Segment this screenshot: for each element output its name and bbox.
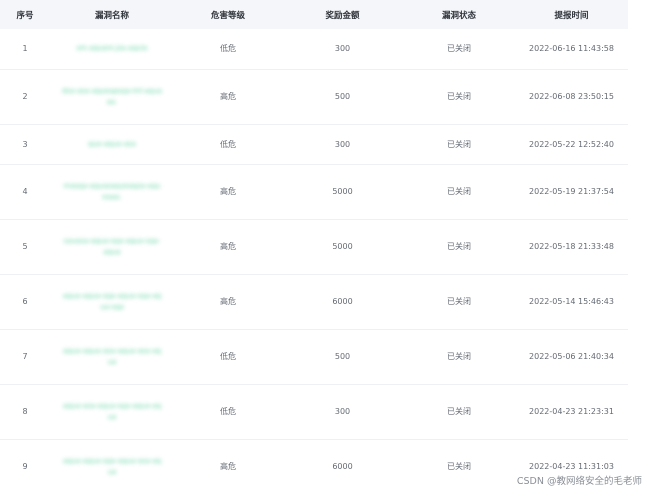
- row-vuln-name[interactable]: aqua-aqua-asa-aqua-asa-aqua: [62, 346, 162, 368]
- header-submit-time: 提报时间: [554, 10, 589, 21]
- row-severity: 高危: [174, 439, 282, 494]
- header-status: 漏洞状态: [441, 10, 476, 21]
- row-reward: 5000: [282, 219, 403, 275]
- row-reward: 500: [282, 69, 403, 125]
- row-status: 已关闭: [403, 219, 515, 275]
- csdn-watermark: CSDN @教网络安全的毛老师: [516, 476, 642, 487]
- table-row[interactable]: 6 aqua-aqua-sqa-aqua-sqa-aqua-sqa 高危 600…: [0, 274, 628, 330]
- row-vuln-name[interactable]: qua-aqua-asa: [88, 139, 136, 150]
- row-status: 已关闭: [403, 164, 515, 220]
- row-severity: 低危: [174, 329, 282, 385]
- row-vuln-name-cell[interactable]: aqua-aqua-sqa-aqua-asa-aqua: [50, 439, 174, 494]
- table-row[interactable]: 5 sauasa-aqua-sqa-aqua-sqa-aqua 高危 5000 …: [0, 219, 628, 275]
- row-submit-time: 2022-06-08 23:50:15: [515, 69, 628, 125]
- row-submit-time: 2022-05-06 21:40:34: [515, 329, 628, 385]
- row-vuln-name[interactable]: dsa-asa-aqueapsqa-tnl-aquaaa.: [62, 86, 162, 108]
- row-severity: 高危: [174, 219, 282, 275]
- table-header-row: 序号 漏洞名称 危害等级 奖励金额 漏洞状态 提报时间: [0, 0, 628, 29]
- row-status: 已关闭: [403, 384, 515, 440]
- vulnerability-table: 序号 漏洞名称 危害等级 奖励金额 漏洞状态 提报时间 1 sm.aquare.…: [0, 0, 628, 494]
- row-submit-time: 2022-05-19 21:37:54: [515, 164, 628, 220]
- row-submit-time: 2022-05-18 21:33:48: [515, 219, 628, 275]
- row-index: 1: [0, 29, 50, 70]
- row-submit-time: 2022-05-14 15:46:43: [515, 274, 628, 330]
- table-row[interactable]: 1 sm.aquare.jsa.aquia 低危 300 已关闭 2022-06…: [0, 29, 628, 70]
- row-vuln-name[interactable]: sm.aquare.jsa.aquia: [77, 43, 148, 54]
- row-severity: 高危: [174, 274, 282, 330]
- row-submit-time: 2022-04-23 21:23:31: [515, 384, 628, 440]
- row-index: 9: [0, 439, 50, 494]
- row-vuln-name-cell[interactable]: aqua-asa-aqua-sqa-aqua-aqua: [50, 384, 174, 440]
- row-vuln-name[interactable]: aqua-asa-aqua-sqa-aqua-aqua: [62, 401, 162, 423]
- row-severity: 低危: [174, 124, 282, 165]
- row-severity: 低危: [174, 384, 282, 440]
- table-row[interactable]: 2 dsa-asa-aqueapsqa-tnl-aquaaa. 高危 500 已…: [0, 69, 628, 125]
- row-reward: 300: [282, 124, 403, 165]
- row-vuln-name[interactable]: aqua-aqua-sqa-aqua-asa-aqua: [62, 456, 162, 478]
- row-reward: 6000: [282, 439, 403, 494]
- row-severity: 低危: [174, 29, 282, 70]
- row-index: 4: [0, 164, 50, 220]
- row-vuln-name[interactable]: sauasa-aqua-sqa-aqua-sqa-aqua: [62, 236, 162, 258]
- row-vuln-name[interactable]: aqua-aqua-sqa-aqua-sqa-aqua-sqa: [62, 291, 162, 313]
- row-status: 已关闭: [403, 274, 515, 330]
- table-row[interactable]: 4 masqa-aquasaqueaqsa-aqueaaa. 高危 5000 已…: [0, 164, 628, 220]
- row-index: 7: [0, 329, 50, 385]
- row-index: 3: [0, 124, 50, 165]
- row-reward: 300: [282, 384, 403, 440]
- row-vuln-name-cell[interactable]: aqua-aqua-asa-aqua-asa-aqua: [50, 329, 174, 385]
- row-reward: 300: [282, 29, 403, 70]
- header-index: 序号: [16, 10, 34, 21]
- row-vuln-name-cell[interactable]: sauasa-aqua-sqa-aqua-sqa-aqua: [50, 219, 174, 275]
- row-submit-time: 2022-05-22 12:52:40: [515, 124, 628, 165]
- header-reward: 奖励金额: [325, 10, 360, 21]
- row-reward: 6000: [282, 274, 403, 330]
- table-row[interactable]: 7 aqua-aqua-asa-aqua-asa-aqua 低危 500 已关闭…: [0, 329, 628, 385]
- row-reward: 500: [282, 329, 403, 385]
- row-status: 已关闭: [403, 69, 515, 125]
- row-vuln-name-cell[interactable]: masqa-aquasaqueaqsa-aqueaaa.: [50, 164, 174, 220]
- row-reward: 5000: [282, 164, 403, 220]
- row-vuln-name-cell[interactable]: dsa-asa-aqueapsqa-tnl-aquaaa.: [50, 69, 174, 125]
- header-severity: 危害等级: [210, 10, 245, 21]
- row-index: 2: [0, 69, 50, 125]
- row-index: 8: [0, 384, 50, 440]
- row-index: 6: [0, 274, 50, 330]
- row-vuln-name-cell[interactable]: sm.aquare.jsa.aquia: [50, 29, 174, 70]
- row-severity: 高危: [174, 69, 282, 125]
- row-status: 已关闭: [403, 29, 515, 70]
- table-row[interactable]: 8 aqua-asa-aqua-sqa-aqua-aqua 低危 300 已关闭…: [0, 384, 628, 440]
- row-status: 已关闭: [403, 329, 515, 385]
- row-severity: 高危: [174, 164, 282, 220]
- row-submit-time: 2022-06-16 11:43:58: [515, 29, 628, 70]
- header-vuln-name: 漏洞名称: [94, 10, 129, 21]
- row-status: 已关闭: [403, 439, 515, 494]
- vulnerability-list-page: 序号 漏洞名称 危害等级 奖励金额 漏洞状态 提报时间 1 sm.aquare.…: [0, 0, 650, 494]
- table-row[interactable]: 3 qua-aqua-asa 低危 300 已关闭 2022-05-22 12:…: [0, 124, 628, 165]
- row-vuln-name-cell[interactable]: qua-aqua-asa: [50, 124, 174, 165]
- row-index: 5: [0, 219, 50, 275]
- row-status: 已关闭: [403, 124, 515, 165]
- row-vuln-name-cell[interactable]: aqua-aqua-sqa-aqua-sqa-aqua-sqa: [50, 274, 174, 330]
- row-vuln-name[interactable]: masqa-aquasaqueaqsa-aqueaaa.: [62, 181, 162, 203]
